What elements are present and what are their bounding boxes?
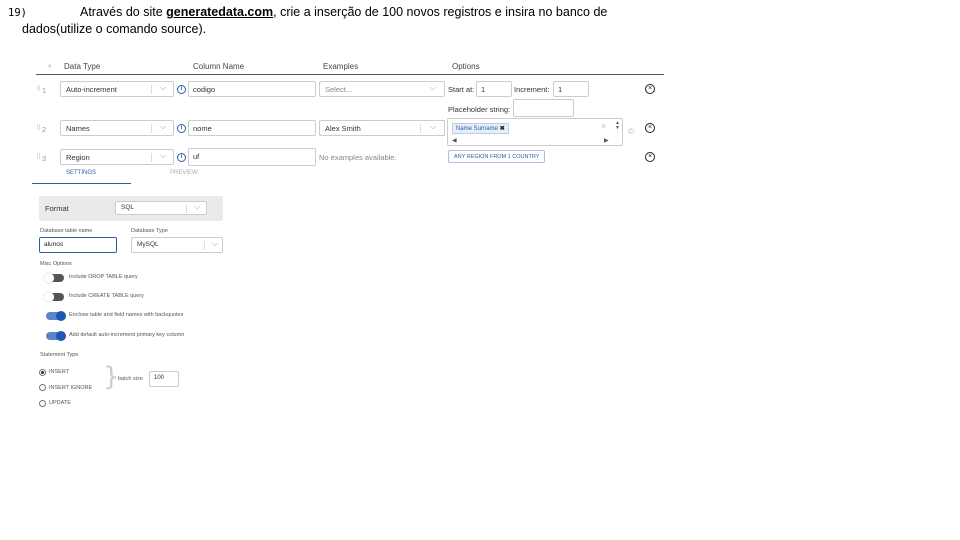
scroll-left-icon[interactable]: ◀ xyxy=(452,137,457,144)
statement-type-label: Statement Type xyxy=(40,352,79,358)
remove-row-icon[interactable]: × xyxy=(645,152,655,162)
data-type-value: Names xyxy=(66,124,90,133)
header-column-name: Column Name xyxy=(193,62,245,71)
examples-value: Alex Smith xyxy=(325,124,361,133)
data-type-select[interactable]: Names ⌵ xyxy=(60,120,174,136)
update-radio[interactable] xyxy=(39,400,46,407)
region-source-button[interactable]: ANY REGION FROM 1 COUNTRY xyxy=(448,150,546,163)
info-icon[interactable]: i xyxy=(177,153,186,162)
data-type-select[interactable]: Auto-increment ⌵ xyxy=(60,81,174,97)
select-separator xyxy=(151,153,152,162)
auto-increment-pk-label: Add default auto-increment primary key c… xyxy=(69,332,185,338)
drop-table-toggle[interactable] xyxy=(44,273,64,283)
start-at-input[interactable]: 1 xyxy=(476,81,512,97)
info-icon[interactable]: i xyxy=(177,124,186,133)
column-name-input[interactable]: codigo xyxy=(188,81,316,97)
question-text-before: Através do site xyxy=(80,5,167,19)
tab-settings[interactable]: SETTINGS xyxy=(66,170,96,176)
format-label: Format xyxy=(45,204,69,213)
info-icon[interactable]: i xyxy=(177,85,186,94)
row-number: 3 xyxy=(42,154,47,163)
grip-icon[interactable]: ⠿ xyxy=(36,153,41,161)
remove-row-icon[interactable]: × xyxy=(645,123,655,133)
question-text-after: , crie a inserção de 100 novos registros… xyxy=(273,5,608,19)
name-format-tag: Name Surname ✖ xyxy=(452,123,509,134)
db-type-value: MySQL xyxy=(137,241,159,248)
tag-label: Name Surname xyxy=(456,126,499,132)
auto-increment-pk-toggle[interactable] xyxy=(46,331,66,341)
spinner-icon[interactable]: ▲ ▼ xyxy=(615,121,620,131)
select-separator xyxy=(151,124,152,133)
batch-size-label: batch size xyxy=(118,376,143,382)
insert-ignore-radio[interactable] xyxy=(39,384,46,391)
db-table-input[interactable]: alunos xyxy=(39,237,117,253)
chevron-down-icon: ⌵ xyxy=(212,239,219,248)
examples-select[interactable]: Alex Smith ⌵ xyxy=(319,120,445,136)
chevron-down-icon: ⌵ xyxy=(430,122,437,131)
placeholder-input[interactable] xyxy=(513,99,574,117)
data-type-value: Auto-increment xyxy=(66,85,117,94)
header-data-type: Data Type xyxy=(64,62,101,71)
start-at-label: Start at: xyxy=(448,85,475,94)
select-separator xyxy=(151,85,152,94)
tag-remove-icon[interactable]: ✖ xyxy=(500,126,505,132)
drop-table-label: Include DROP TABLE query xyxy=(69,274,138,280)
db-table-label: Database table name xyxy=(40,228,93,234)
backquotes-toggle[interactable] xyxy=(46,311,66,321)
insert-radio[interactable] xyxy=(39,369,46,376)
scroll-right-icon[interactable]: ▶ xyxy=(604,137,609,144)
create-table-label: Include CREATE TABLE query xyxy=(69,293,144,299)
name-format-field[interactable]: Name Surname ✖ × ▲ ▼ ◀ ▶ xyxy=(447,118,623,146)
update-label: UPDATE xyxy=(49,400,71,406)
format-box: Format SQL ⌵ xyxy=(39,196,223,221)
create-table-toggle[interactable] xyxy=(44,292,64,302)
select-separator xyxy=(204,241,205,250)
chevron-down-icon: ⌵ xyxy=(160,83,167,92)
column-name-input[interactable]: uf xyxy=(188,148,316,166)
question-line-1: Através do site generatedata.com, crie a… xyxy=(80,4,607,21)
remove-row-icon[interactable]: × xyxy=(645,84,655,94)
row-number: 1 xyxy=(42,86,47,95)
backquotes-label: Enclose table and field names with backq… xyxy=(69,312,184,318)
tab-preview[interactable]: PREVIEW xyxy=(170,170,198,176)
db-type-select[interactable]: MySQL ⌵ xyxy=(131,237,223,253)
data-type-select[interactable]: Region ⌵ xyxy=(60,149,174,165)
increment-label: Increment: xyxy=(514,85,550,94)
examples-value: Select... xyxy=(325,85,353,94)
row-number: 2 xyxy=(42,125,47,134)
copy-icon[interactable]: © xyxy=(628,127,634,136)
select-separator xyxy=(420,124,421,133)
header-hash: # xyxy=(48,64,52,70)
misc-options-label: Misc Options xyxy=(40,261,72,267)
grip-icon[interactable]: ⠿ xyxy=(36,124,41,132)
site-link[interactable]: generatedata.com xyxy=(166,5,273,19)
question-line-2: dados(utilize o comando source). xyxy=(22,22,207,36)
format-value: SQL xyxy=(121,204,135,211)
header-options: Options xyxy=(452,62,480,71)
placeholder-label: Placeholder string: xyxy=(448,105,511,114)
chevron-down-icon: ⌵ xyxy=(160,122,167,131)
grip-icon[interactable]: ⠿ xyxy=(36,85,41,93)
active-tab-indicator xyxy=(32,183,131,184)
select-separator xyxy=(186,204,187,213)
header-examples: Examples xyxy=(323,62,359,71)
chevron-down-icon: ⌵ xyxy=(160,151,167,160)
examples-select[interactable]: Select... ⌵ xyxy=(319,81,445,97)
clear-icon[interactable]: × xyxy=(601,121,606,131)
column-name-input[interactable]: nome xyxy=(188,120,316,136)
insert-label: INSERT xyxy=(49,369,70,375)
chevron-down-icon: ⌵ xyxy=(194,202,201,211)
increment-input[interactable]: 1 xyxy=(553,81,589,97)
header-divider xyxy=(36,74,664,75)
batch-size-input[interactable]: 100 xyxy=(149,371,179,387)
no-examples-text: No examples available. xyxy=(319,153,397,162)
db-type-label: Database Type xyxy=(131,228,168,234)
insert-ignore-label: INSERT IGNORE xyxy=(49,385,93,391)
chevron-down-icon: ⌵ xyxy=(430,83,437,92)
question-number: 19) xyxy=(8,7,27,19)
data-type-value: Region xyxy=(66,153,90,162)
format-select[interactable]: SQL ⌵ xyxy=(115,201,207,215)
